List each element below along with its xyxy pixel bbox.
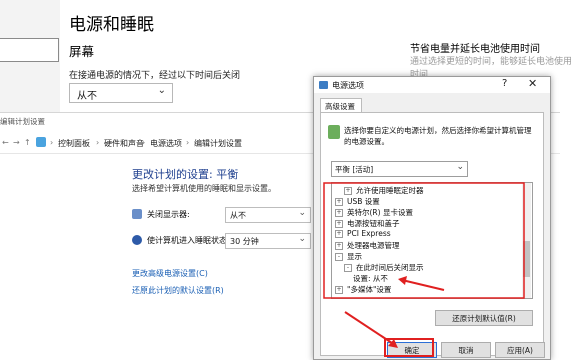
arrowhead-icon xyxy=(398,276,407,285)
annotation-overlay xyxy=(323,182,525,357)
arrow-to-ok-icon xyxy=(344,311,396,346)
arrow-to-setting-icon xyxy=(401,279,445,291)
tree-highlight-box xyxy=(323,182,525,299)
